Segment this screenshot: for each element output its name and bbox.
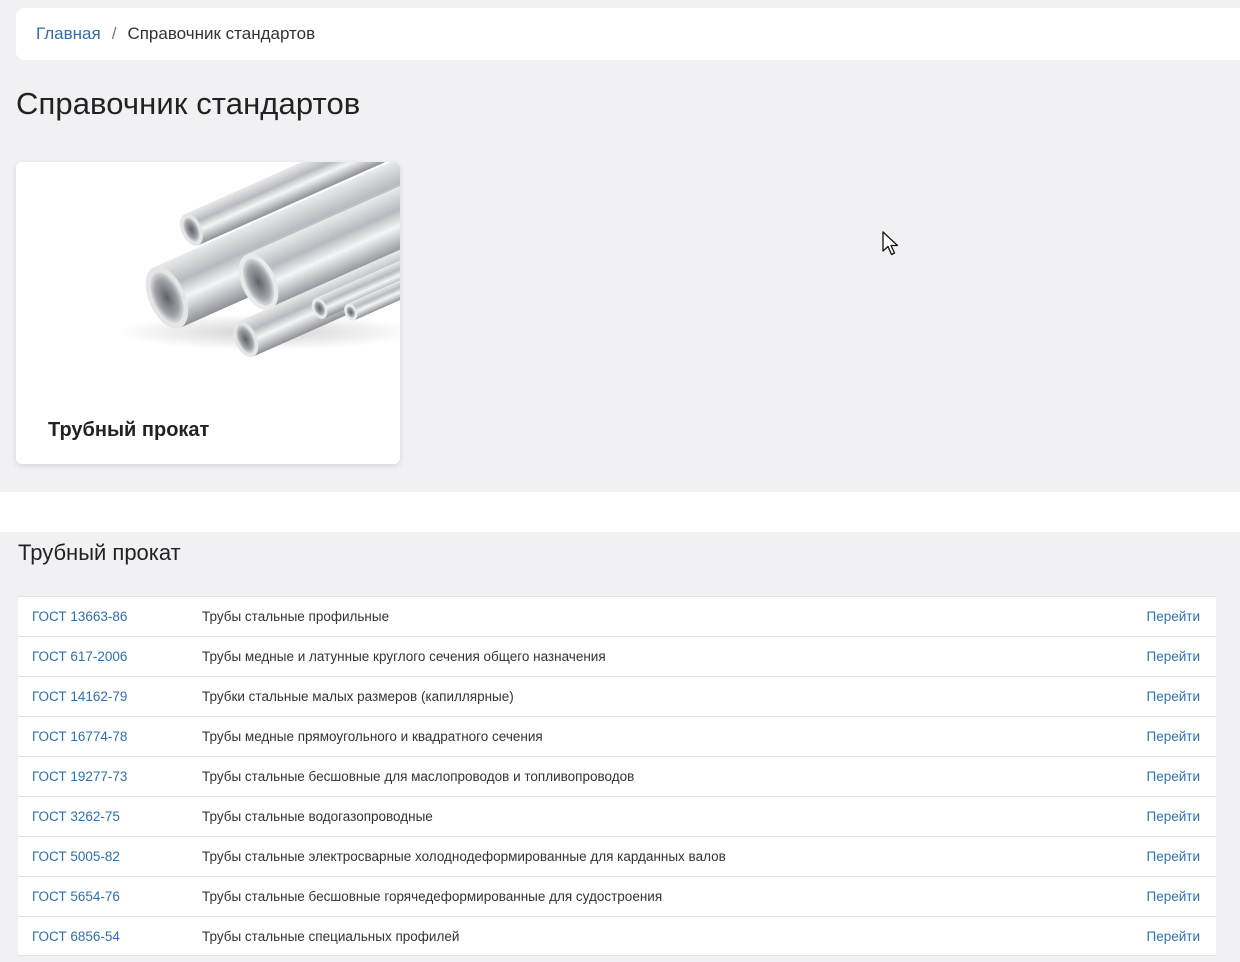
standard-description: Трубы стальные профильные [202, 609, 390, 624]
standard-code-link[interactable]: ГОСТ 3262-75 [18, 809, 202, 824]
standard-description: Трубы медные и латунные круглого сечения… [202, 649, 606, 664]
table-row: ГОСТ 16774-78 Трубы медные прямоугольного… [18, 716, 1216, 756]
standard-code-link[interactable]: ГОСТ 617-2006 [18, 649, 202, 664]
table-row: ГОСТ 13663-86 Трубы стальные профильные Пе… [18, 596, 1216, 636]
steel-pipes-image [116, 162, 400, 358]
go-link[interactable]: Перейти [1130, 689, 1216, 704]
standard-code-link[interactable]: ГОСТ 14162-79 [18, 689, 202, 704]
standard-code-link[interactable]: ГОСТ 19277-73 [18, 769, 202, 784]
mouse-pointer-icon [882, 231, 899, 256]
category-card-pipes[interactable]: Трубный прокат [16, 162, 400, 464]
standard-description: Трубы стальные бесшовные для маслопровод… [202, 769, 635, 784]
go-link[interactable]: Перейти [1130, 809, 1216, 824]
breadcrumb-separator: / [111, 24, 117, 43]
go-link[interactable]: Перейти [1130, 889, 1216, 904]
go-link[interactable]: Перейти [1130, 729, 1216, 744]
go-link[interactable]: Перейти [1130, 929, 1216, 944]
table-row: ГОСТ 19277-73 Трубы стальные бесшовные дл… [18, 756, 1216, 796]
standard-description: Трубы стальные специальных профилей [202, 928, 460, 944]
breadcrumb-home-link[interactable]: Главная [36, 24, 101, 44]
go-link[interactable]: Перейти [1130, 649, 1216, 664]
standard-description: Трубы медные прямоугольного и квадратног… [202, 729, 543, 744]
standard-code-link[interactable]: ГОСТ 5654-76 [18, 889, 202, 904]
breadcrumb: Главная / Справочник стандартов [16, 8, 1240, 60]
section-divider [0, 492, 1240, 532]
table-row: ГОСТ 617-2006 Трубы медные и латунные кру… [18, 636, 1216, 676]
table-row: ГОСТ 5005-82 Трубы стальные электросварны… [18, 836, 1216, 876]
standard-code-link[interactable]: ГОСТ 5005-82 [18, 849, 202, 864]
breadcrumb-current: Справочник стандартов [127, 24, 316, 43]
table-row: ГОСТ 6856-54 Трубы стальные специальных п… [18, 916, 1216, 956]
standard-code-link[interactable]: ГОСТ 16774-78 [18, 729, 202, 744]
standards-table: ГОСТ 13663-86 Трубы стальные профильные Пе… [18, 596, 1216, 956]
page-title: Справочник стандартов [16, 86, 361, 121]
standard-description: Трубы стальные электросварные холоднодеф… [202, 849, 726, 864]
category-card-title: Трубный прокат [48, 419, 210, 441]
table-row: ГОСТ 5654-76 Трубы стальные бесшовные гор… [18, 876, 1216, 916]
section-title: Трубный прокат [18, 540, 181, 565]
go-link[interactable]: Перейти [1130, 849, 1216, 864]
go-link[interactable]: Перейти [1130, 769, 1216, 784]
standard-code-link[interactable]: ГОСТ 13663-86 [18, 609, 202, 624]
standard-description: Трубы стальные водогазопроводные [202, 809, 433, 824]
table-row: ГОСТ 14162-79 Трубки стальные малых разме… [18, 676, 1216, 716]
standard-code-link[interactable]: ГОСТ 6856-54 [18, 929, 202, 944]
standard-description: Трубы стальные бесшовные горячедеформиро… [202, 889, 663, 904]
go-link[interactable]: Перейти [1130, 609, 1216, 624]
standard-description: Трубки стальные малых размеров (капилляр… [202, 689, 514, 704]
table-row: ГОСТ 3262-75 Трубы стальные водогазопрово… [18, 796, 1216, 836]
